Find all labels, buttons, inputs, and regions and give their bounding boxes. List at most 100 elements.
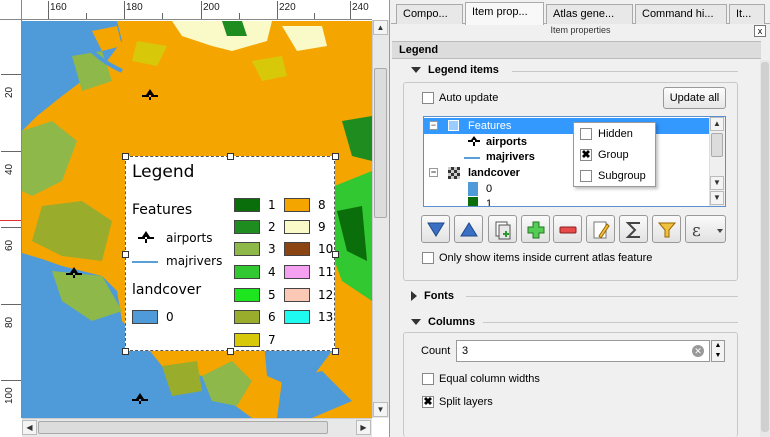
resize-handle[interactable] xyxy=(122,348,129,355)
collapse-toggle-icon[interactable]: − xyxy=(429,121,438,130)
move-up-button[interactable] xyxy=(454,215,483,243)
fonts-section-toggle[interactable]: Fonts xyxy=(411,290,454,302)
scroll-thumb[interactable] xyxy=(374,68,387,218)
collapse-toggle-icon[interactable]: − xyxy=(429,168,438,177)
count-input[interactable]: 3 ✕ xyxy=(456,340,710,362)
minus-icon xyxy=(559,226,577,234)
expression-button[interactable]: ε xyxy=(685,215,726,243)
ruler-tick xyxy=(86,13,87,19)
edit-item-button[interactable] xyxy=(586,215,615,243)
legend-swatch xyxy=(234,288,260,302)
ruler-tick xyxy=(350,1,351,19)
tab-item-properties[interactable]: Item prop... xyxy=(465,2,544,25)
legend-title: Legend xyxy=(132,162,195,182)
section-divider xyxy=(466,296,738,297)
legend-swatch xyxy=(234,242,260,256)
legend-swatch xyxy=(284,198,310,212)
tab-command-history[interactable]: Command hi... xyxy=(635,4,727,24)
tab-items[interactable]: It... xyxy=(729,4,765,24)
scroll-thumb[interactable] xyxy=(761,62,769,432)
legend-class-label: 11 xyxy=(318,265,334,279)
scroll-up-button[interactable]: ▲ xyxy=(710,117,724,131)
map-legend-item[interactable]: Legend Features airports majrivers landc… xyxy=(122,153,339,355)
close-button[interactable]: x xyxy=(754,25,766,37)
legend-swatch xyxy=(284,288,310,302)
tree-item-airports[interactable]: airports xyxy=(424,134,710,150)
legend-class-label: 1 xyxy=(268,198,276,212)
legend-class-label: 8 xyxy=(318,198,326,212)
legend-class-label: 12 xyxy=(318,288,334,302)
resize-handle[interactable] xyxy=(227,153,234,160)
resize-handle[interactable] xyxy=(332,153,339,160)
legend-swatch xyxy=(468,197,478,206)
section-title: Columns xyxy=(428,316,476,328)
resize-handle[interactable] xyxy=(332,348,339,355)
section-title: Fonts xyxy=(424,290,454,302)
remove-item-button[interactable] xyxy=(553,215,582,243)
legend-swatch xyxy=(234,333,260,347)
move-down-button[interactable] xyxy=(421,215,450,243)
scroll-down-button[interactable]: ▼ xyxy=(373,402,388,417)
canvas-horizontal-scrollbar[interactable]: ◀ ▶ xyxy=(22,418,372,437)
tree-label: airports xyxy=(486,136,527,148)
menu-label: Group xyxy=(598,149,629,161)
resize-handle[interactable] xyxy=(122,153,129,160)
tree-item-class[interactable]: 1 xyxy=(424,196,710,207)
only-show-atlas-checkbox[interactable] xyxy=(422,252,434,264)
legend-swatch xyxy=(284,265,310,279)
tree-label: 1 xyxy=(486,198,493,207)
river-line-icon xyxy=(464,157,480,159)
legend-class-label: 7 xyxy=(268,333,276,347)
ruler-label: 40 xyxy=(4,163,15,175)
filter-icon xyxy=(657,222,677,238)
scroll-up-button[interactable]: ▲ xyxy=(373,20,388,35)
scroll-left-button[interactable]: ◀ xyxy=(22,420,37,435)
scroll-thumb[interactable] xyxy=(38,421,328,434)
ruler-label: 80 xyxy=(4,316,15,328)
only-show-atlas-label: Only show items inside current atlas fea… xyxy=(439,252,653,264)
ruler-tick xyxy=(1,151,21,152)
count-features-button[interactable] xyxy=(619,215,648,243)
scroll-end-button[interactable]: ▼ xyxy=(710,191,724,205)
tree-label: landcover xyxy=(468,167,520,179)
scroll-right-button[interactable]: ▶ xyxy=(356,420,371,435)
map-item[interactable]: Legend Features airports majrivers landc… xyxy=(22,21,372,418)
resize-handle[interactable] xyxy=(227,348,234,355)
canvas-vertical-scrollbar[interactable]: ▲ ▼ xyxy=(372,20,389,418)
legend-swatch xyxy=(132,310,158,324)
arrow-down-icon xyxy=(427,222,445,237)
update-all-button[interactable]: Update all xyxy=(663,87,726,109)
tree-scrollbar[interactable]: ▲ ▼ ▼ xyxy=(709,117,725,206)
panel-scrollbar[interactable] xyxy=(760,60,770,437)
count-spinner[interactable]: ▲ ▼ xyxy=(711,340,725,362)
legend-class-label: 2 xyxy=(268,220,276,234)
ruler-label: 20 xyxy=(4,86,15,98)
tree-item-landcover[interactable]: − landcover xyxy=(424,165,710,181)
legend-items-section-toggle[interactable]: Legend items xyxy=(411,64,499,76)
resize-handle[interactable] xyxy=(122,251,129,258)
tree-item-majrivers[interactable]: majrivers xyxy=(424,149,710,165)
columns-section-toggle[interactable]: Columns xyxy=(411,316,475,328)
filter-button[interactable] xyxy=(652,215,681,243)
tree-item-class[interactable]: 0 xyxy=(424,181,710,197)
ruler-tick xyxy=(124,1,125,19)
sigma-icon xyxy=(625,222,640,238)
split-layers-checkbox[interactable]: ✖ xyxy=(422,396,434,408)
scroll-down-button[interactable]: ▼ xyxy=(710,176,724,190)
ruler-tick xyxy=(201,1,202,19)
add-group-button[interactable] xyxy=(488,215,517,243)
item-style-menu: Hidden ✖ Group Subgroup xyxy=(573,122,656,187)
menu-checkbox xyxy=(580,128,592,140)
tree-item-features[interactable]: − Features xyxy=(424,118,710,134)
legend-class-label: 6 xyxy=(268,310,276,324)
add-item-button[interactable] xyxy=(521,215,550,243)
clear-icon[interactable]: ✕ xyxy=(692,345,704,357)
equal-widths-checkbox[interactable] xyxy=(422,373,434,385)
composer-canvas[interactable]: 160 180 200 220 240 20 40 60 80 100 Lege… xyxy=(0,0,390,437)
auto-update-checkbox[interactable] xyxy=(422,92,434,104)
spin-up-button[interactable]: ▲ xyxy=(712,341,724,351)
scroll-thumb[interactable] xyxy=(711,133,723,157)
spin-down-button[interactable]: ▼ xyxy=(712,351,724,361)
tab-composition[interactable]: Compo... xyxy=(396,4,463,24)
tab-atlas-generation[interactable]: Atlas gene... xyxy=(546,4,633,24)
